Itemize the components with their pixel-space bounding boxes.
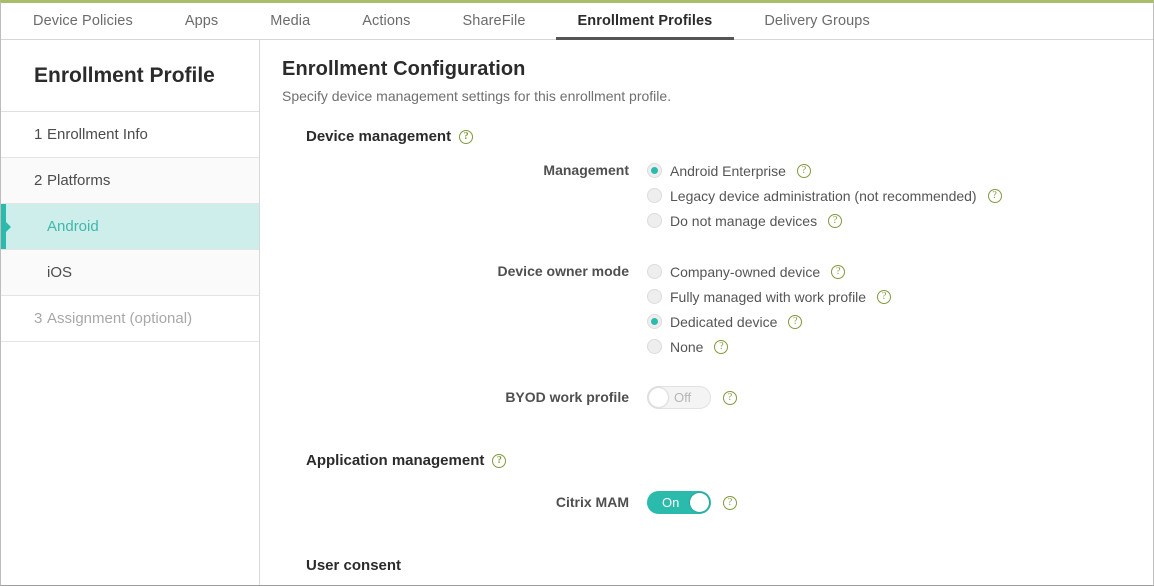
- help-icon[interactable]: ?: [723, 391, 737, 405]
- radio-option-android-enterprise[interactable]: Android Enterprise ?: [647, 158, 1153, 183]
- section-heading-label: Application management: [306, 452, 484, 469]
- help-icon[interactable]: ?: [797, 164, 811, 178]
- sidebar-item-enrollment-info[interactable]: 1 Enrollment Info: [1, 112, 259, 158]
- sidebar-title: Enrollment Profile: [1, 40, 259, 112]
- tab-apps[interactable]: Apps: [159, 3, 244, 39]
- tab-label: Apps: [185, 13, 218, 29]
- help-icon[interactable]: ?: [788, 315, 802, 329]
- radio-option-dedicated-device[interactable]: Dedicated device ?: [647, 309, 1153, 334]
- field-row-byod-work-profile: BYOD work profile Off ?: [282, 385, 1153, 410]
- section-device-management: Device management ?: [306, 128, 1153, 145]
- sidebar-subitem-label: iOS: [47, 264, 72, 281]
- tab-device-policies[interactable]: Device Policies: [7, 3, 159, 39]
- window-body: Enrollment Profile 1 Enrollment Info 2 P…: [1, 40, 1153, 585]
- radio-button[interactable]: [647, 188, 662, 203]
- sidebar-item-label: Enrollment Info: [34, 126, 148, 143]
- radio-button[interactable]: [647, 339, 662, 354]
- field-label: Management: [282, 158, 647, 183]
- radio-group-device-owner-mode: Company-owned device ? Fully managed wit…: [647, 259, 1153, 359]
- radio-label[interactable]: Android Enterprise: [670, 163, 786, 179]
- tab-label: Enrollment Profiles: [578, 13, 713, 29]
- sidebar-subitem-label: Android: [47, 218, 99, 235]
- radio-group-management: Android Enterprise ? Legacy device admin…: [647, 158, 1153, 233]
- radio-label[interactable]: Company-owned device: [670, 264, 820, 280]
- step-number: 2: [1, 172, 34, 189]
- toggle-state-label: On: [662, 495, 679, 510]
- help-icon[interactable]: ?: [459, 130, 473, 144]
- tab-label: Actions: [362, 13, 410, 29]
- field-label: BYOD work profile: [282, 385, 647, 410]
- help-icon[interactable]: ?: [492, 454, 506, 468]
- radio-option-legacy-device-administration[interactable]: Legacy device administration (not recomm…: [647, 183, 1153, 208]
- spacer: [282, 359, 1153, 385]
- toggle-wrap-citrix-mam: On ?: [647, 490, 1153, 515]
- toggle-wrap-byod: Off ?: [647, 385, 1153, 410]
- radio-label[interactable]: None: [670, 339, 703, 355]
- tab-media[interactable]: Media: [244, 3, 336, 39]
- tab-sharefile[interactable]: ShareFile: [437, 3, 552, 39]
- sidebar-item-platforms[interactable]: 2 Platforms: [1, 158, 259, 204]
- section-heading-label: User consent: [306, 557, 401, 574]
- main-content: Enrollment Configuration Specify device …: [260, 40, 1153, 585]
- tab-label: Delivery Groups: [764, 13, 869, 29]
- help-icon[interactable]: ?: [877, 290, 891, 304]
- help-icon[interactable]: ?: [988, 189, 1002, 203]
- section-user-consent: User consent: [306, 557, 1153, 574]
- sidebar-item-label: Platforms: [34, 172, 110, 189]
- sidebar-item-android[interactable]: Android: [1, 204, 259, 250]
- tab-label: ShareFile: [463, 13, 526, 29]
- radio-option-fully-managed-with-work-profile[interactable]: Fully managed with work profile ?: [647, 284, 1153, 309]
- page-subtitle: Specify device management settings for t…: [282, 88, 1153, 104]
- spacer: [282, 410, 1153, 436]
- field-label: Device owner mode: [282, 259, 647, 284]
- step-number: 1: [1, 126, 34, 143]
- section-application-management: Application management ?: [306, 452, 1153, 469]
- tab-enrollment-profiles[interactable]: Enrollment Profiles: [552, 3, 739, 39]
- sidebar-item-label: Assignment (optional): [34, 310, 192, 327]
- enrollment-profile-window: Device Policies Apps Media Actions Share…: [0, 0, 1154, 586]
- radio-option-none[interactable]: None ?: [647, 334, 1153, 359]
- help-icon[interactable]: ?: [723, 496, 737, 510]
- page-title: Enrollment Configuration: [282, 58, 1153, 81]
- spacer: [282, 436, 1153, 452]
- help-icon[interactable]: ?: [828, 214, 842, 228]
- spacer: [282, 515, 1153, 541]
- radio-label[interactable]: Dedicated device: [670, 314, 777, 330]
- citrix-mam-toggle[interactable]: On: [647, 491, 711, 514]
- field-label: Citrix MAM: [282, 490, 647, 515]
- spacer: [282, 541, 1153, 557]
- help-icon[interactable]: ?: [831, 265, 845, 279]
- radio-button[interactable]: [647, 264, 662, 279]
- radio-button[interactable]: [647, 289, 662, 304]
- toggle-knob: [649, 388, 668, 407]
- toggle-knob: [690, 493, 709, 512]
- section-heading-label: Device management: [306, 128, 451, 145]
- step-number: 3: [1, 310, 34, 327]
- radio-label[interactable]: Fully managed with work profile: [670, 289, 866, 305]
- tab-label: Device Policies: [33, 13, 133, 29]
- sidebar-item-assignment[interactable]: 3 Assignment (optional): [1, 296, 259, 342]
- radio-option-do-not-manage-devices[interactable]: Do not manage devices ?: [647, 208, 1153, 233]
- byod-work-profile-toggle[interactable]: Off: [647, 386, 711, 409]
- radio-button[interactable]: [647, 163, 662, 178]
- spacer: [282, 482, 1153, 490]
- toggle-state-label: Off: [674, 390, 691, 405]
- tab-actions[interactable]: Actions: [336, 3, 436, 39]
- tab-label: Media: [270, 13, 310, 29]
- sidebar-item-ios[interactable]: iOS: [1, 250, 259, 296]
- radio-option-company-owned-device[interactable]: Company-owned device ?: [647, 259, 1153, 284]
- spacer: [282, 233, 1153, 259]
- field-row-management: Management Android Enterprise ? Legacy d…: [282, 158, 1153, 233]
- radio-button[interactable]: [647, 314, 662, 329]
- wizard-sidebar: Enrollment Profile 1 Enrollment Info 2 P…: [1, 40, 260, 585]
- radio-label[interactable]: Legacy device administration (not recomm…: [670, 188, 977, 204]
- radio-button[interactable]: [647, 213, 662, 228]
- field-row-device-owner-mode: Device owner mode Company-owned device ?…: [282, 259, 1153, 359]
- caret-right-icon: [6, 222, 11, 232]
- help-icon[interactable]: ?: [714, 340, 728, 354]
- radio-label[interactable]: Do not manage devices: [670, 213, 817, 229]
- top-tab-bar: Device Policies Apps Media Actions Share…: [1, 3, 1153, 40]
- tab-delivery-groups[interactable]: Delivery Groups: [738, 3, 895, 39]
- field-row-citrix-mam: Citrix MAM On ?: [282, 490, 1153, 515]
